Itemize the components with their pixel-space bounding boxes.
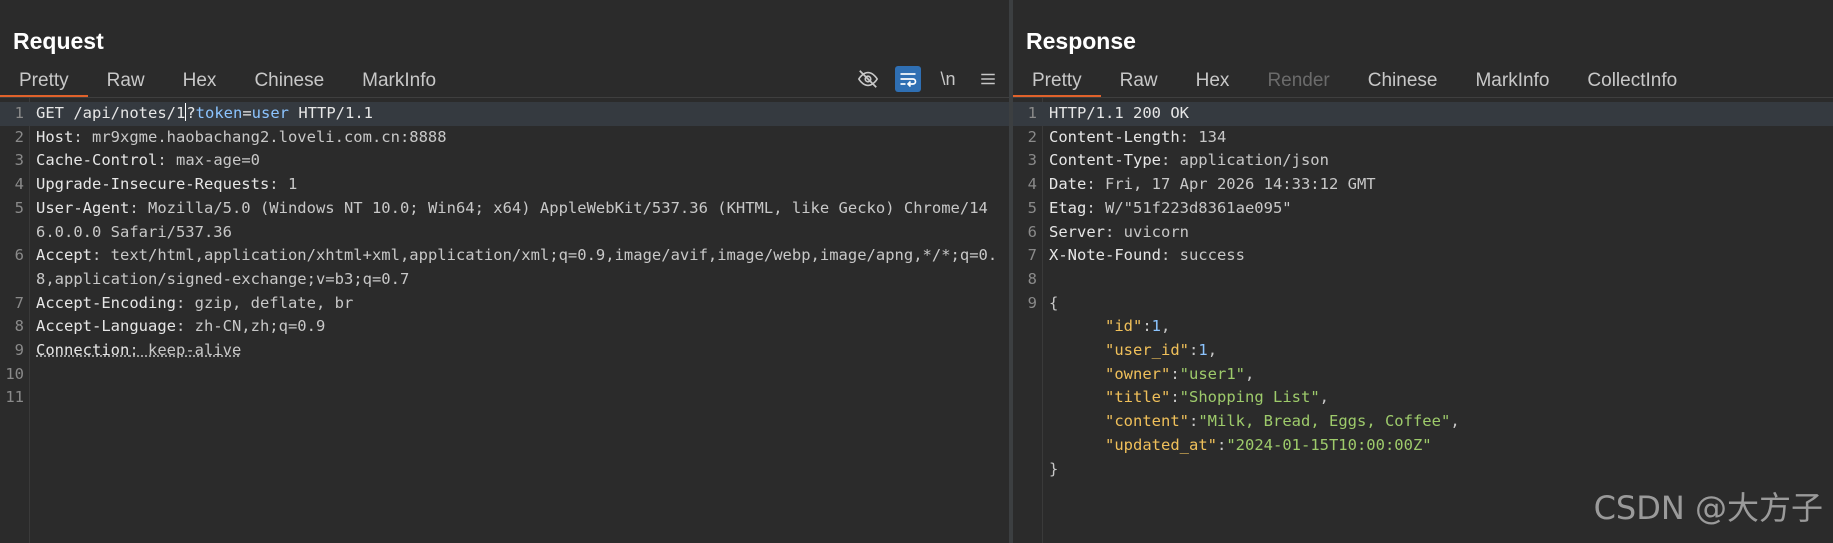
menu-icon[interactable] [975, 66, 1001, 92]
json-field[interactable]: "title":"Shopping List", [1013, 386, 1833, 410]
json-field[interactable]: "owner":"user1", [1013, 363, 1833, 387]
response-tab-raw[interactable]: Raw [1101, 64, 1177, 96]
request-line[interactable]: 1 GET /api/notes/1?token=user HTTP/1.1 [0, 102, 1009, 126]
json-field[interactable]: "user_id":1, [1013, 339, 1833, 363]
header-line[interactable]: 8 Accept-Language: zh-CN,zh;q=0.9 [0, 315, 1009, 339]
empty-line[interactable]: 10 [0, 363, 1009, 387]
request-tab-chinese[interactable]: Chinese [235, 64, 343, 96]
json-field[interactable]: "content":"Milk, Bread, Eggs, Coffee", [1013, 410, 1833, 434]
empty-line[interactable]: 11 [0, 386, 1009, 410]
request-pane: Request Pretty Raw Hex Chinese MarkInfo … [0, 0, 1009, 543]
response-tab-render: Render [1267, 70, 1330, 91]
header-line[interactable]: 7 Accept-Encoding: gzip, deflate, br [0, 292, 1009, 316]
eye-off-icon[interactable] [855, 66, 881, 92]
request-tabs: Pretty Raw Hex Chinese MarkInfo [0, 64, 455, 98]
header-line[interactable]: 4 Upgrade-Insecure-Requests: 1 [0, 173, 1009, 197]
response-tabs: Pretty Raw Hex Render Chinese MarkInfo C… [1013, 64, 1696, 98]
header-line[interactable]: 7 X-Note-Found: success [1013, 244, 1833, 268]
header-line[interactable]: 6 Server: uvicorn [1013, 221, 1833, 245]
response-tab-markinfo[interactable]: MarkInfo [1456, 64, 1568, 96]
response-tab-chinese[interactable]: Chinese [1349, 64, 1457, 96]
json-open-line[interactable]: 9{ [1013, 292, 1833, 316]
wrap-icon[interactable] [895, 66, 921, 92]
header-line[interactable]: 2 Content-Length: 134 [1013, 126, 1833, 150]
header-line[interactable]: 9 Connection: keep-alive [0, 339, 1009, 363]
request-editor[interactable]: 1 GET /api/notes/1?token=user HTTP/1.1 2H… [0, 98, 1009, 543]
response-title: Response [1026, 28, 1136, 54]
empty-line[interactable]: 8 [1013, 268, 1833, 292]
watermark: CSDN @大方子 [1593, 489, 1823, 527]
header-line[interactable]: 5 User-Agent: Mozilla/5.0 (Windows NT 10.… [0, 197, 1009, 244]
request-toolbar: \n [855, 64, 1001, 94]
header-line[interactable]: 4 Date: Fri, 17 Apr 2026 14:33:12 GMT [1013, 173, 1833, 197]
response-pane: Response Pretty Raw Hex Render Chinese M… [1013, 0, 1833, 543]
header-line[interactable]: 3 Cache-Control: max-age=0 [0, 149, 1009, 173]
request-title: Request [13, 28, 104, 54]
json-field[interactable]: "id":1, [1013, 315, 1833, 339]
json-close-line[interactable]: } [1013, 458, 1833, 482]
response-editor[interactable]: 1 HTTP/1.1 200 OK 2 Content-Length: 134 3C… [1013, 98, 1833, 543]
request-tab-markinfo[interactable]: MarkInfo [343, 64, 455, 96]
response-tab-pretty[interactable]: Pretty [1013, 64, 1101, 98]
header-line[interactable]: 6 Accept: text/html,application/xhtml+xml… [0, 244, 1009, 291]
request-tab-raw[interactable]: Raw [88, 64, 164, 96]
header-line[interactable]: 5 Etag: W/"51f223d8361ae095" [1013, 197, 1833, 221]
header-line[interactable]: 3 Content-Type: application/json [1013, 149, 1833, 173]
status-line[interactable]: 1 HTTP/1.1 200 OK [1013, 102, 1833, 126]
json-field[interactable]: "updated_at":"2024-01-15T10:00:00Z" [1013, 434, 1833, 458]
header-line[interactable]: 2 Host: mr9xgme.haobachang2.loveli.com.cn… [0, 126, 1009, 150]
newline-toggle-icon[interactable]: \n [935, 66, 961, 92]
request-tab-pretty[interactable]: Pretty [0, 64, 88, 98]
response-tab-hex[interactable]: Hex [1177, 64, 1249, 96]
request-tab-hex[interactable]: Hex [164, 64, 236, 96]
response-tab-collectinfo[interactable]: CollectInfo [1568, 64, 1696, 96]
